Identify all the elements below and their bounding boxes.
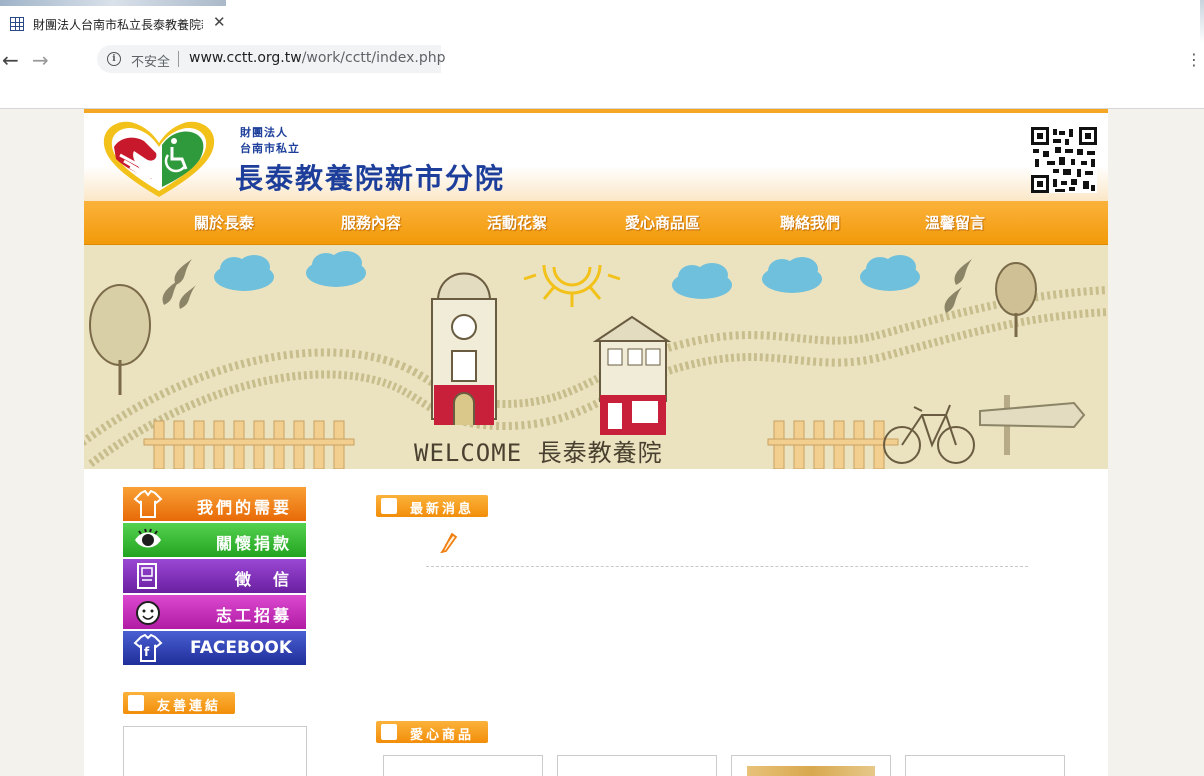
eye-icon <box>135 528 161 548</box>
news-title: 最新消息 <box>410 502 475 517</box>
back-arrow-icon[interactable]: ← <box>2 48 19 72</box>
facebook-button[interactable]: f FACEBOOK <box>123 631 306 665</box>
favicon-icon <box>10 17 24 31</box>
org-city-label: 台南市私立 <box>240 142 300 155</box>
tshirt-icon <box>133 490 163 518</box>
news-divider <box>426 566 1028 567</box>
clock-tower-icon <box>431 272 497 425</box>
qr-code-icon <box>1031 127 1097 193</box>
news-heading: 最新消息 <box>376 495 488 517</box>
donation-label: 關懷捐款 <box>215 534 292 553</box>
omnibox-separator <box>178 51 179 67</box>
volunteer-label: 志工招募 <box>215 606 292 625</box>
browser-tab[interactable]: 財團法人台南市私立長泰教養院新 ✕ <box>0 6 236 44</box>
friendly-links-heading: 友善連結 <box>123 692 235 714</box>
donation-button[interactable]: 關懷捐款 <box>123 523 306 557</box>
facebook-shirt-icon: f <box>133 634 163 662</box>
nav-item-activities[interactable]: 活動花絮 <box>487 212 547 233</box>
tab-close-icon[interactable]: ✕ <box>213 13 226 31</box>
book-icon <box>137 563 157 589</box>
facebook-label: FACEBOOK <box>190 638 292 658</box>
welcome-banner: WELCOME 長泰教養院 <box>84 245 1108 469</box>
product-card[interactable] <box>731 755 891 776</box>
product-card[interactable] <box>557 755 717 776</box>
url-text[interactable]: www.cctt.org.tw/work/cctt/index.php <box>189 50 446 66</box>
products-title: 愛心商品 <box>410 728 475 743</box>
nav-item-charity-products[interactable]: 愛心商品區 <box>625 212 700 233</box>
news-section-icon <box>381 498 397 514</box>
url-path: /work/cctt/index.php <box>301 50 446 66</box>
nav-item-contact[interactable]: 聯絡我們 <box>780 212 840 233</box>
site-header: 財團法人 台南市私立 長泰教養院新市分院 <box>84 113 1108 201</box>
banner-welcome-text: WELCOME 長泰教養院 <box>414 439 663 467</box>
credit-report-label: 徵 信 <box>234 570 292 589</box>
url-domain: www.cctt.org.tw <box>189 50 302 66</box>
our-needs-button[interactable]: 我們的需要 <box>123 487 306 521</box>
main-nav: 關於長泰 服務內容 活動花絮 愛心商品區 聯絡我們 溫馨留言 <box>84 201 1108 245</box>
nav-item-services[interactable]: 服務內容 <box>341 212 401 233</box>
credit-report-button[interactable]: 徵 信 <box>123 559 306 593</box>
products-heading: 愛心商品 <box>376 721 488 743</box>
info-icon[interactable]: i <box>107 52 121 66</box>
window-edge <box>1200 0 1204 44</box>
friendly-links-title: 友善連結 <box>157 699 222 714</box>
link-section-icon <box>128 695 144 711</box>
tab-title: 財團法人台南市私立長泰教養院新 <box>33 18 203 32</box>
nav-item-guestbook[interactable]: 溫馨留言 <box>925 212 985 233</box>
heart-logo-icon[interactable] <box>100 119 218 199</box>
browser-menu-icon[interactable]: ⋮ <box>1186 50 1202 69</box>
org-type-label: 財團法人 <box>240 126 288 139</box>
products-section-icon <box>381 724 397 740</box>
forward-arrow-icon[interactable]: → <box>32 48 49 72</box>
browser-toolbar: ← → i 不安全 www.cctt.org.tw/work/cctt/inde… <box>0 44 1204 109</box>
product-card[interactable] <box>383 755 543 776</box>
site-title[interactable]: 長泰教養院新市分院 <box>235 157 505 197</box>
nav-item-about[interactable]: 關於長泰 <box>194 212 254 233</box>
product-thumbnail[interactable] <box>747 766 875 776</box>
pencil-icon <box>440 532 458 553</box>
address-bar[interactable]: i 不安全 www.cctt.org.tw/work/cctt/index.ph… <box>97 45 446 73</box>
friendly-links-box <box>123 726 307 776</box>
our-needs-label: 我們的需要 <box>196 498 292 517</box>
volunteer-button[interactable]: 志工招募 <box>123 595 306 629</box>
product-card[interactable] <box>905 755 1065 776</box>
security-label[interactable]: 不安全 <box>131 51 170 70</box>
house-icon <box>592 315 672 435</box>
web-page: 財團法人 台南市私立 長泰教養院新市分院 關於長泰 服務內容 活動花絮 愛心商品… <box>84 109 1108 776</box>
svg-text:f: f <box>144 645 150 659</box>
smiley-face-icon <box>136 601 160 625</box>
browser-tabstrip: 財團法人台南市私立長泰教養院新 ✕ <box>0 0 1204 44</box>
